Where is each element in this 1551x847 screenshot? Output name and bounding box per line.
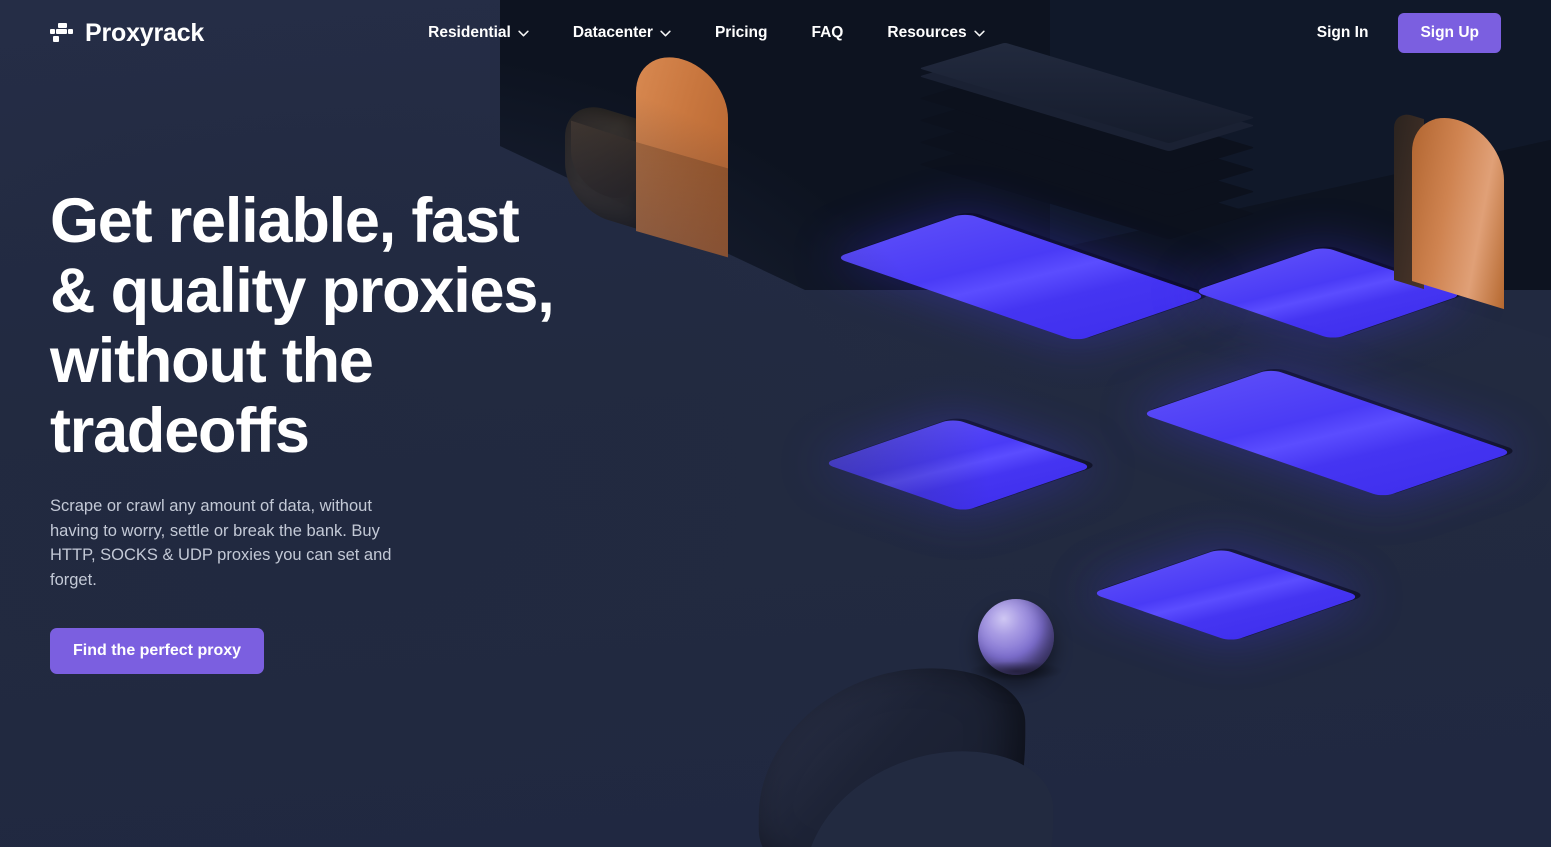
landing-page: Proxyrack Residential Datacenter Pricing…: [0, 0, 1551, 847]
chevron-down-icon: [973, 30, 985, 36]
nav-item-residential[interactable]: Residential: [406, 18, 551, 48]
sign-up-button[interactable]: Sign Up: [1398, 13, 1501, 53]
chevron-down-icon: [660, 30, 671, 36]
brand-logo[interactable]: Proxyrack: [50, 18, 205, 47]
hero-section: Get reliable, fast & quality proxies, wi…: [50, 186, 610, 674]
nav-item-label: Residential: [428, 24, 511, 41]
chevron-down-icon: [518, 30, 529, 36]
nav-item-label: Resources: [887, 24, 967, 41]
proxyrack-blocks-logo-icon: [50, 23, 73, 42]
dark-slab-stack: [919, 42, 1262, 248]
nav-item-faq[interactable]: FAQ: [790, 18, 866, 48]
main-navigation: Residential Datacenter Pricing FAQ Resou…: [406, 18, 1007, 48]
nav-item-label: Pricing: [714, 24, 768, 41]
nav-item-resources[interactable]: Resources: [865, 18, 1006, 48]
find-the-perfect-proxy-button[interactable]: Find the perfect proxy: [50, 628, 265, 674]
orange-arch-left: [636, 46, 728, 258]
purple-sphere: [968, 599, 1064, 681]
nav-item-label: FAQ: [811, 24, 844, 41]
auth-actions: Sign In Sign Up: [1317, 13, 1501, 53]
nav-item-pricing[interactable]: Pricing: [693, 18, 790, 48]
orange-arch-right: [1394, 106, 1504, 310]
brand-name: Proxyrack: [85, 18, 205, 47]
sign-in-link[interactable]: Sign In: [1317, 24, 1369, 42]
site-header: Proxyrack Residential Datacenter Pricing…: [0, 0, 1551, 66]
arch-front-face: [1412, 106, 1504, 310]
hero-headline: Get reliable, fast & quality proxies, wi…: [50, 186, 555, 466]
hero-subcopy: Scrape or crawl any amount of data, with…: [50, 497, 392, 589]
nav-item-label: Datacenter: [572, 24, 653, 41]
nav-item-datacenter[interactable]: Datacenter: [551, 18, 693, 48]
